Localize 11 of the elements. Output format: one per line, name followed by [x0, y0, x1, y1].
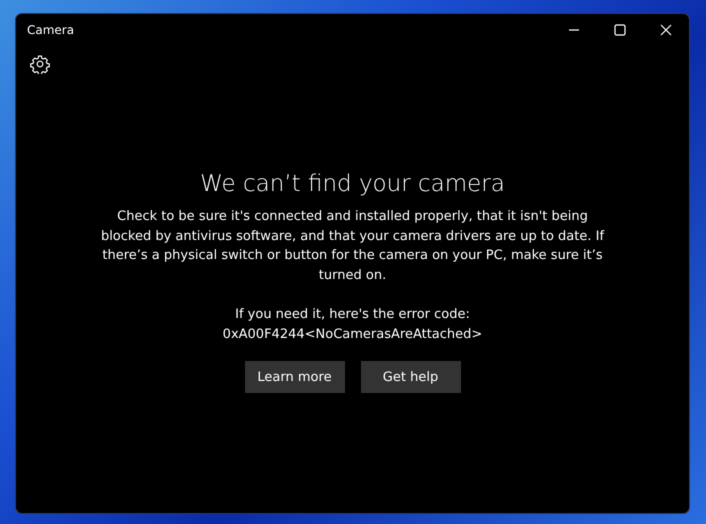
learn-more-button[interactable]: Learn more: [244, 361, 344, 393]
error-code-prompt: If you need it, here's the error code:: [235, 306, 470, 324]
settings-icon: [30, 54, 50, 74]
error-message: Check to be sure it's connected and installed properly, that it isn't being blocked by antivirus software, and that your camera drivers are up to date. If there’s a physical switch or button for the camera on your PC, make sure it’s turned on.: [100, 208, 606, 284]
maximize-icon: [614, 24, 626, 36]
minimize-icon: [568, 27, 580, 33]
get-help-button[interactable]: Get help: [360, 361, 460, 393]
window-title: Camera: [27, 23, 74, 37]
error-code: 0xA00F4244<NoCamerasAreAttached>: [222, 326, 482, 344]
close-icon: [660, 24, 672, 36]
error-heading: We can’t find your camera: [200, 171, 505, 197]
